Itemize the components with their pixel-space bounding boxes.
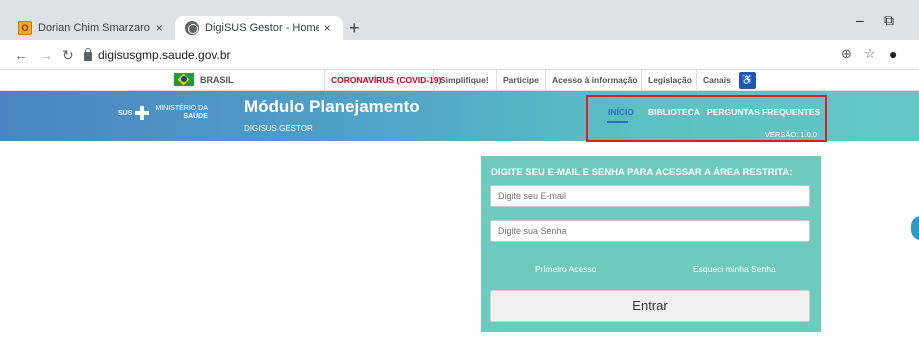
site-header: SUS MINISTÉRIO DA SAÚDE Módulo Planejame…: [0, 91, 919, 142]
back-arrow-icon[interactable]: ←: [14, 47, 28, 63]
close-icon[interactable]: ×: [153, 21, 165, 35]
url-text: digisusgmp.saude.gov.br: [98, 48, 231, 62]
page-title: Módulo Planejamento: [244, 97, 420, 116]
nav-perguntas-frequentes[interactable]: PERGUNTAS FREQUENTES: [707, 107, 820, 117]
ministry-name-line1: MINISTÉRIO DA: [155, 105, 208, 112]
browser-tab-outlook[interactable]: O Dorian Chim Smarzaro - Outlook ×: [8, 16, 173, 40]
gov-link-participe[interactable]: Participe: [496, 70, 545, 91]
ministry-name: MINISTÉRIO DA SAÚDE: [155, 105, 208, 121]
gov-link-simplifique[interactable]: Simplifique!: [433, 70, 495, 91]
minimize-button[interactable]: –: [856, 12, 864, 28]
brazil-flag-icon: [174, 73, 194, 86]
tab-label: Dorian Chim Smarzaro - Outlook: [38, 22, 153, 34]
browser-tab-digisus[interactable]: DigiSUS Gestor - Home ×: [175, 16, 343, 40]
sus-logo-text: SUS: [118, 109, 133, 117]
page-subtitle: DIGISUS GESTOR: [244, 124, 313, 133]
address-bar-row: ← → ↻ digisusgmp.saude.gov.br ⊕ ☆ ●: [0, 40, 919, 70]
globe-icon: [185, 21, 199, 35]
zoom-icon[interactable]: ⊕: [841, 46, 852, 62]
accessibility-icon[interactable]: ♿: [739, 72, 756, 89]
cross-icon: [135, 106, 150, 120]
first-access-link[interactable]: Primeiro Acesso: [535, 264, 596, 274]
outlook-icon: O: [18, 21, 32, 35]
close-icon[interactable]: ×: [319, 21, 335, 35]
nav-inicio[interactable]: INÍCIO: [608, 107, 634, 117]
url-bar[interactable]: digisusgmp.saude.gov.br: [84, 45, 904, 65]
submit-button[interactable]: Entrar: [490, 290, 810, 322]
gov-link-acesso[interactable]: Acesso à informação: [545, 70, 644, 91]
reload-icon[interactable]: ↻: [62, 47, 74, 64]
password-field[interactable]: Digite sua Senha: [490, 220, 810, 242]
ministry-name-line2: SAÚDE: [183, 113, 208, 120]
email-field[interactable]: Digite seu E-mail: [490, 185, 810, 207]
gov-link-legislacao[interactable]: Legislação: [641, 70, 698, 91]
gov-link-covid[interactable]: CORONAVÍRUS (COVID-19): [324, 70, 447, 91]
forward-arrow-icon[interactable]: →: [39, 47, 53, 63]
version-label: VERSÃO: 1.0.0: [764, 130, 817, 139]
ministry-logo[interactable]: SUS MINISTÉRIO DA SAÚDE: [118, 105, 208, 121]
new-tab-button[interactable]: +: [349, 18, 360, 38]
star-icon[interactable]: ☆: [864, 46, 876, 62]
nav-biblioteca[interactable]: BIBLIOTECA: [648, 107, 700, 117]
login-panel: DIGITE SEU E-MAIL E SENHA PARA ACESSAR A…: [481, 156, 821, 332]
highlighted-nav-box: INÍCIO BIBLIOTECA PERGUNTAS FREQUENTES V…: [586, 95, 827, 142]
restore-button[interactable]: ⧉: [884, 12, 894, 29]
tab-label: DigiSUS Gestor - Home: [205, 22, 320, 34]
gov-link-canais[interactable]: Canais: [696, 70, 737, 91]
side-widget-icon[interactable]: [911, 216, 919, 240]
browser-tab-strip: O Dorian Chim Smarzaro - Outlook × DigiS…: [0, 0, 919, 40]
login-title: DIGITE SEU E-MAIL E SENHA PARA ACESSAR A…: [491, 167, 793, 178]
gov-brasil-label: BRASIL: [200, 74, 234, 85]
profile-icon[interactable]: ●: [889, 46, 897, 62]
lock-icon: [84, 48, 92, 61]
nav-active-indicator: [607, 121, 628, 123]
gov-bar: BRASIL CORONAVÍRUS (COVID-19) Simplifiqu…: [0, 70, 919, 91]
forgot-password-link[interactable]: Esqueci minha Senha: [693, 264, 776, 274]
gov-brasil-link[interactable]: BRASIL: [174, 73, 234, 86]
